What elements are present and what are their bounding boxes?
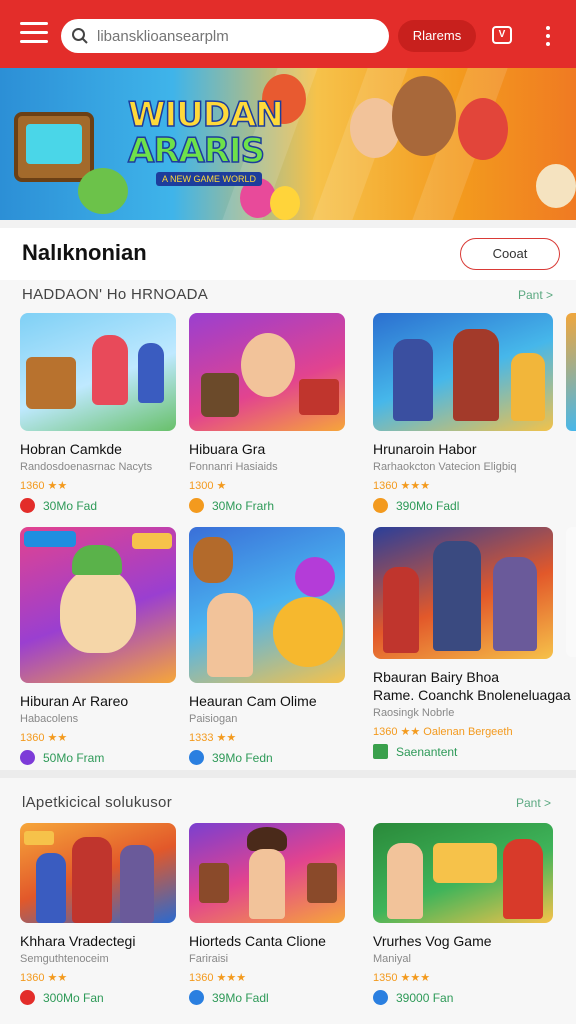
game-card[interactable]: Hobran Camkde Randosdoenasrnac Nacyts 13…: [20, 313, 178, 513]
hamburger-menu-icon[interactable]: [20, 22, 48, 46]
store-icon[interactable]: V: [492, 26, 512, 44]
game-name: Rbauran Bairy Bhoa: [373, 669, 500, 685]
price-icon: [189, 990, 204, 1005]
game-rating: 1333 ★★: [189, 732, 237, 744]
block1-title: HADDAON' Ho HRNOADA: [22, 286, 209, 303]
game-thumbnail: [373, 823, 553, 923]
promo-banner[interactable]: WIUDAN ARARIS A NEW GAME WORLD: [0, 68, 576, 220]
game-name: Vrurhes Vog Game: [373, 933, 492, 949]
price-icon: [373, 744, 388, 759]
character-illustration: [536, 164, 576, 208]
game-name: Hiorteds Canta Clione: [189, 933, 326, 949]
game-thumbnail: [373, 313, 553, 431]
game-price: 39Mo Fedn: [189, 750, 347, 765]
price-icon: [373, 990, 388, 1005]
game-thumbnail: [189, 313, 345, 431]
game-developer: Semguthtenoceim: [20, 953, 109, 965]
character-illustration: [392, 76, 456, 156]
game-price: 390Mo Fadl: [373, 498, 531, 513]
banner-title: WIUDAN ARARIS: [127, 95, 284, 171]
game-developer: Habacolens: [20, 713, 79, 725]
banner-subtitle: A NEW GAME WORLD: [156, 172, 263, 186]
price-icon: [20, 750, 35, 765]
next-card-peek[interactable]: [566, 313, 576, 431]
search-input[interactable]: [97, 27, 367, 45]
game-thumbnail: [20, 313, 176, 431]
game-price: 30Mo Frarh: [189, 498, 347, 513]
search-bar[interactable]: [61, 19, 389, 53]
game-price: 300Mo Fan: [20, 990, 178, 1005]
game-developer: Raosingk Nobrle: [373, 707, 455, 719]
block1-see-all-link[interactable]: Pant >: [518, 288, 553, 302]
game-name: Khhara Vradectegi: [20, 933, 136, 949]
game-thumbnail: [189, 527, 345, 683]
game-developer: Maniyal: [373, 953, 411, 965]
game-card[interactable]: Rbauran Bairy Bhoa Rame. Coanchk Bnolene…: [373, 527, 571, 759]
game-card[interactable]: Vrurhes Vog Game Maniyal 1350 ★★★ 39000 …: [373, 823, 553, 1005]
price-icon: [189, 498, 204, 513]
section-title: Nalıknonian: [22, 240, 147, 265]
game-thumbnail: [20, 823, 176, 923]
game-card[interactable]: Hiburan Ar Rareo Habacolens 1360 ★★ 50Mo…: [20, 527, 178, 765]
game-name: Hrunaroin Habor: [373, 441, 477, 457]
game-name: Hobran Camkde: [20, 441, 122, 457]
dino-illustration: [78, 168, 128, 214]
price-icon: [189, 750, 204, 765]
game-thumbnail: [373, 527, 553, 659]
game-developer: Paisiogan: [189, 713, 238, 725]
game-developer: Rarhaokcton Vatecion Eligbiq: [373, 461, 517, 473]
more-options-icon[interactable]: [544, 26, 552, 46]
game-rating: 1360 ★★ Oalenan Bergeeth: [373, 726, 513, 738]
game-price: 30Mo Fad: [20, 498, 178, 513]
game-rating: 1350 ★★★: [373, 972, 431, 984]
game-price: 39000 Fan: [373, 990, 531, 1005]
game-rating: 1360 ★★: [20, 972, 68, 984]
game-name-secondary: Rame. Coanchk Bnoleneluagaa: [373, 687, 571, 703]
game-name: Hibuara Gra: [189, 441, 266, 457]
game-price: 39Mo Fadl: [189, 990, 347, 1005]
section-action-button[interactable]: Cooat: [460, 238, 560, 270]
section-divider: [0, 770, 576, 778]
price-icon: [373, 498, 388, 513]
game-card[interactable]: Hiorteds Canta Clione Fariraisi 1360 ★★★…: [189, 823, 347, 1005]
game-card[interactable]: Hrunaroin Habor Rarhaokcton Vatecion Eli…: [373, 313, 553, 513]
game-price: Saenantent: [373, 744, 531, 759]
game-card[interactable]: Heauran Cam Olime Paisiogan 1333 ★★ 39Mo…: [189, 527, 347, 765]
game-rating: 1360 ★★★: [189, 972, 247, 984]
game-developer: Fonnanri Hasiaids: [189, 461, 278, 473]
game-card[interactable]: Hibuara Gra Fonnanri Hasiaids 1300 ★ 30M…: [189, 313, 347, 513]
character-illustration: [458, 98, 508, 160]
game-card[interactable]: Khhara Vradectegi Semguthtenoceim 1360 ★…: [20, 823, 178, 1005]
game-rating: 1300 ★: [189, 480, 227, 492]
price-icon: [20, 990, 35, 1005]
block3-title: lApetkicical solukusor: [22, 794, 172, 811]
game-rating: 1360 ★★: [20, 480, 68, 492]
game-name: Heauran Cam Olime: [189, 693, 317, 709]
balloon-illustration: [270, 186, 300, 220]
account-button[interactable]: Rlarems: [398, 20, 476, 52]
game-thumbnail: [189, 823, 345, 923]
block3-see-all-link[interactable]: Pant >: [516, 796, 551, 810]
game-thumbnail: [20, 527, 176, 683]
top-bar: Rlarems V: [0, 0, 576, 68]
game-developer: Randosdoenasrnac Nacyts: [20, 461, 153, 473]
game-rating: 1360 ★★: [20, 732, 68, 744]
price-icon: [20, 498, 35, 513]
game-rating: 1360 ★★★: [373, 480, 431, 492]
game-price: 50Mo Fram: [20, 750, 178, 765]
game-developer: Fariraisi: [189, 953, 229, 965]
next-card-peek[interactable]: [566, 527, 576, 657]
search-icon: [72, 28, 88, 44]
game-name: Hiburan Ar Rareo: [20, 693, 129, 709]
retro-tv-illustration: [14, 112, 94, 182]
